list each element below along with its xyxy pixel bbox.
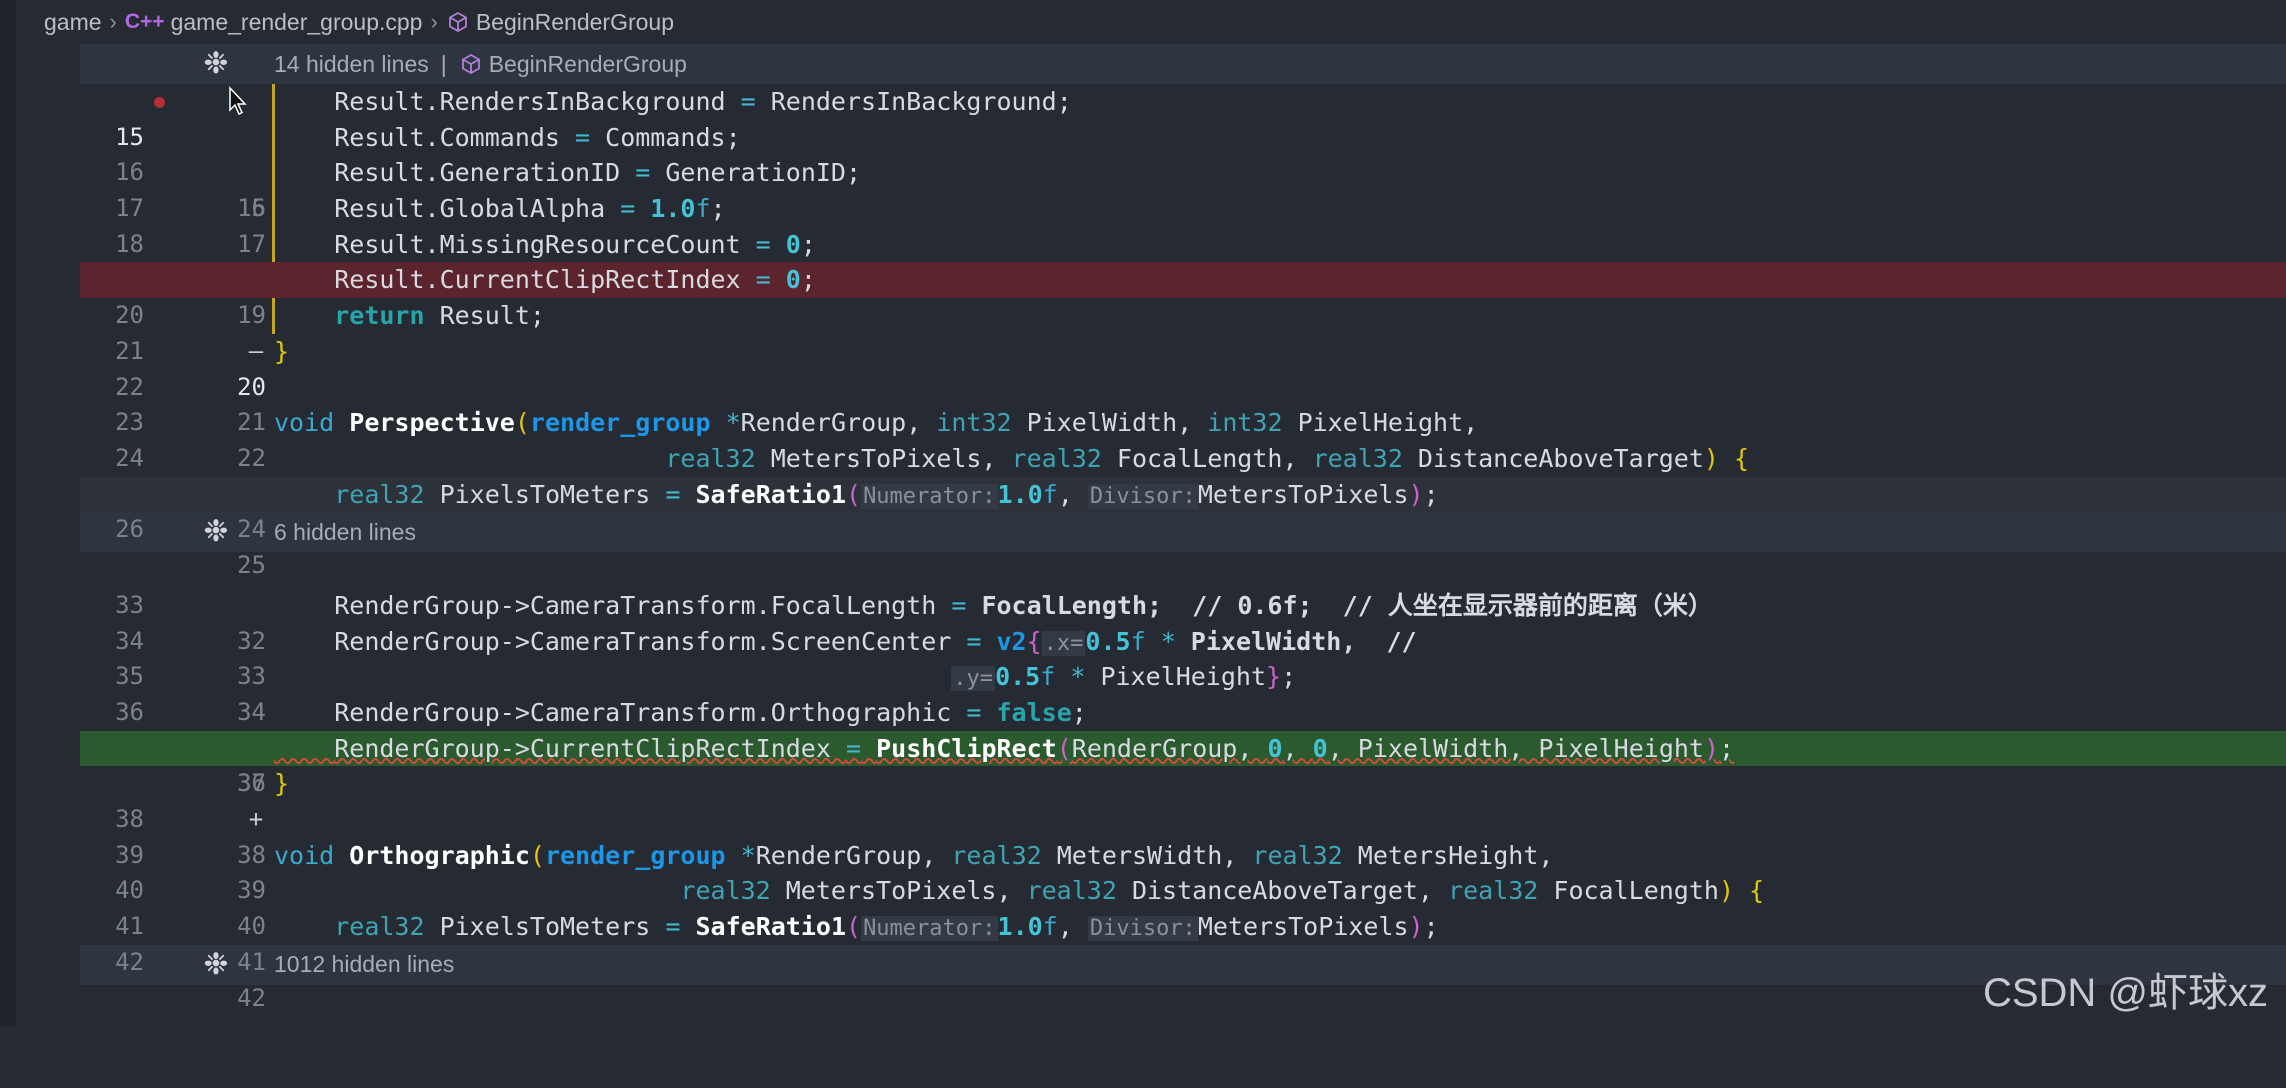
code-text: } xyxy=(274,769,290,799)
diff-editor[interactable]: ❉ 14 hidden lines | BeginRenderGroup 15 … xyxy=(80,44,2286,1012)
code-line[interactable]: 19 19 Result.MissingResourceCount = 0; xyxy=(80,226,2286,329)
code-text: RenderGroup->CameraTransform.FocalLength… xyxy=(334,590,1713,620)
code-text: .y=0.5f * PixelHeight}; xyxy=(951,662,1297,692)
method-cube-icon xyxy=(461,53,480,75)
code-line[interactable]: 35 34 RenderGroup->CameraTransform.Scree… xyxy=(80,624,2286,726)
watermark: CSDN @虾球xz xyxy=(1982,971,2268,1015)
code-line-deleted[interactable]: 20 — Result.CurrentClipRectIndex = 0; xyxy=(80,262,2286,365)
hidden-lines-label: 1012 hidden lines xyxy=(274,951,455,978)
code-line[interactable]: 33 32 xyxy=(80,552,2286,655)
code-text: void Orthographic(render_group *RenderGr… xyxy=(274,840,1554,870)
code-text: Result.MissingResourceCount = 0; xyxy=(334,229,816,259)
code-line[interactable]: 39 39 xyxy=(80,802,2286,905)
inlay-hint: Divisor: xyxy=(1087,916,1198,942)
cpp-file-icon: C++ xyxy=(124,10,165,33)
code-text: Result.GenerationID = GenerationID; xyxy=(334,158,862,188)
line-number-original: 42 xyxy=(115,947,144,976)
code-line-current[interactable]: 26 25 real32 PixelsToMeters = SafeRatio1… xyxy=(80,476,2286,579)
inlay-hint: .x= xyxy=(1041,630,1086,656)
code-line[interactable]: 22 21 } xyxy=(80,334,2286,436)
code-text: Result.CurrentClipRectIndex = 0; xyxy=(334,265,816,295)
code-text: void Perspective(render_group *RenderGro… xyxy=(274,408,1479,438)
code-line[interactable]: 36 35 .y=0.5f * PixelHeight}; xyxy=(80,659,2286,761)
breadcrumb-folder[interactable]: game xyxy=(44,9,102,36)
hidden-lines-label: 14 hidden lines xyxy=(274,50,429,77)
code-line[interactable]: 41 41 real32 MetersToPixels, real32 Dist… xyxy=(80,873,2286,975)
line-number-modified: 41 xyxy=(237,947,266,976)
code-line[interactable]: 38 38 } xyxy=(80,766,2286,868)
mouse-cursor-icon xyxy=(229,86,247,116)
code-line[interactable]: 40 40 void Orthographic(render_group *Re… xyxy=(80,838,2286,940)
method-cube-icon xyxy=(448,11,467,33)
code-line[interactable]: 37 36 RenderGroup->CameraTransform.Ortho… xyxy=(80,695,2286,797)
breadcrumb-file[interactable]: C++ game_render_group.cpp xyxy=(125,9,423,36)
code-text: return Result; xyxy=(334,301,545,331)
code-text: RenderGroup->CameraTransform.Orthographi… xyxy=(334,698,1087,727)
code-line[interactable]: 34 33 RenderGroup->CameraTransform.Focal… xyxy=(80,588,2286,690)
code-line[interactable]: 17 17 Result.GenerationID = GenerationID… xyxy=(80,155,2286,258)
code-line[interactable]: 42 42 real32 PixelsToMeters = SafeRatio1… xyxy=(80,909,2286,1011)
code-text: real32 MetersToPixels, real32 FocalLengt… xyxy=(665,443,1750,473)
activity-strip xyxy=(0,0,16,1026)
hidden-lines-fold[interactable]: ❉ 6 hidden lines xyxy=(80,512,2286,553)
code-text: real32 MetersToPixels, real32 DistanceAb… xyxy=(680,876,1765,906)
chevron-right-icon: › xyxy=(430,9,438,34)
code-text: Result.Commands = Commands; xyxy=(334,122,741,152)
code-text: Result.GlobalAlpha = 1.0f; xyxy=(334,194,726,224)
code-text: } xyxy=(274,336,290,366)
code-line[interactable]: 16 16 Result.Commands = Commands; xyxy=(80,119,2286,222)
code-line[interactable]: 24 23 void Perspective(render_group *Ren… xyxy=(80,405,2286,507)
code-text: real32 PixelsToMeters = SafeRatio1(Numer… xyxy=(334,479,1439,509)
code-text: real32 PixelsToMeters = SafeRatio1(Numer… xyxy=(334,912,1439,942)
code-line[interactable]: 23 22 xyxy=(80,370,2286,472)
inlay-hint: Numerator: xyxy=(861,483,998,509)
breadcrumb-file-label: game_render_group.cpp xyxy=(170,8,423,35)
hidden-lines-symbol: BeginRenderGroup xyxy=(488,50,687,77)
code-text: Result.RendersInBackground = RendersInBa… xyxy=(334,87,1072,116)
breakpoint-icon[interactable] xyxy=(154,97,165,108)
code-text: RenderGroup->CurrentClipRectIndex = Push… xyxy=(334,733,1735,763)
hidden-lines-fold[interactable]: ❉ 14 hidden lines | BeginRenderGroup xyxy=(80,44,2286,84)
breadcrumb-symbol-label: BeginRenderGroup xyxy=(475,8,674,35)
chevron-right-icon: › xyxy=(109,9,117,34)
line-number-original: 26 xyxy=(115,515,144,544)
code-line[interactable]: 18 18 Result.GlobalAlpha = 1.0f; xyxy=(80,191,2286,293)
separator: | xyxy=(440,50,447,77)
code-line-added[interactable]: 37 + RenderGroup->CurrentClipRectIndex =… xyxy=(80,730,2286,833)
inlay-hint: Numerator: xyxy=(861,916,998,942)
code-line[interactable]: 25 24 real32 MetersToPixels, real32 Foca… xyxy=(80,441,2286,543)
line-number-modified: 24 xyxy=(237,515,266,544)
inlay-hint: Divisor: xyxy=(1087,483,1198,509)
breadcrumb-symbol[interactable]: BeginRenderGroup xyxy=(446,9,674,36)
line-number-modified: 42 xyxy=(237,983,266,1012)
hidden-lines-fold[interactable]: ❉ 1012 hidden lines xyxy=(80,944,2286,985)
code-line[interactable]: 15 15 Result.RendersInBackground = Rende… xyxy=(80,84,2286,222)
breadcrumb: game › C++ game_render_group.cpp › Begin… xyxy=(16,0,2286,44)
code-text: RenderGroup->CameraTransform.ScreenCente… xyxy=(334,626,1417,656)
editor-window: game › C++ game_render_group.cpp › Begin… xyxy=(0,0,2286,1026)
code-line[interactable]: 21 20 return Result; xyxy=(80,298,2286,401)
fold-icon[interactable]: ❉ xyxy=(192,49,240,79)
inlay-hint: .y= xyxy=(951,666,996,692)
hidden-lines-label: 6 hidden lines xyxy=(274,518,416,545)
